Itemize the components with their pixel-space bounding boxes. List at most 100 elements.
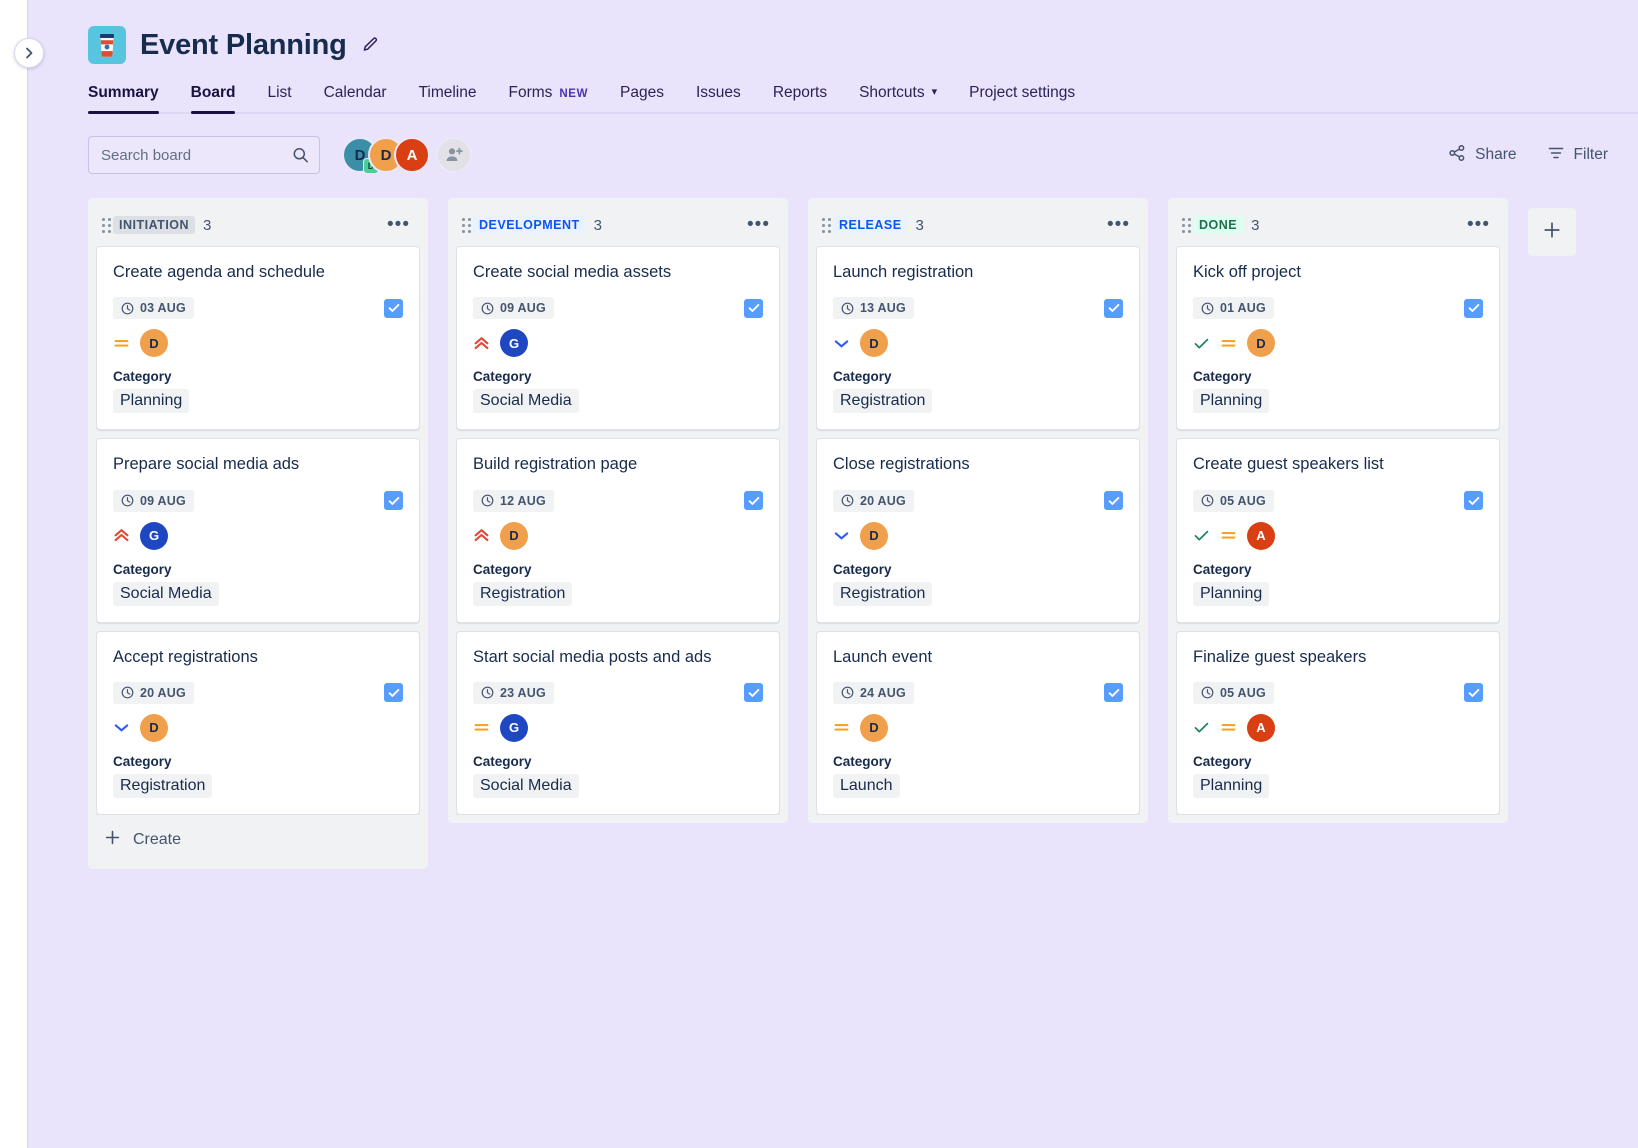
drag-grip-icon[interactable] bbox=[822, 218, 825, 233]
card-done-checkbox[interactable] bbox=[1464, 299, 1483, 318]
tab-board[interactable]: Board bbox=[175, 78, 252, 114]
priority-icon[interactable] bbox=[113, 719, 130, 736]
board-card[interactable]: Launch registration13 AUGDCategoryRegist… bbox=[816, 246, 1140, 430]
board-column: DEVELOPMENT3•••Create social media asset… bbox=[448, 198, 788, 823]
tab-shortcuts[interactable]: Shortcuts▾ bbox=[843, 78, 953, 114]
assignee-avatar[interactable]: D bbox=[140, 329, 168, 357]
board-card[interactable]: Close registrations20 AUGDCategoryRegist… bbox=[816, 438, 1140, 622]
assignee-avatar[interactable]: D bbox=[860, 714, 888, 742]
board-card[interactable]: Accept registrations20 AUGDCategoryRegis… bbox=[96, 631, 420, 815]
priority-icon[interactable] bbox=[113, 527, 130, 544]
clock-icon bbox=[121, 302, 134, 315]
board-card[interactable]: Launch event24 AUGDCategoryLaunch bbox=[816, 631, 1140, 815]
priority-icon[interactable] bbox=[1220, 719, 1237, 736]
search-board-field bbox=[88, 136, 320, 174]
checked-checkbox-icon bbox=[388, 302, 400, 314]
card-done-checkbox[interactable] bbox=[1104, 683, 1123, 702]
tab-pages[interactable]: Pages bbox=[604, 78, 680, 114]
tab-summary[interactable]: Summary bbox=[88, 78, 175, 114]
column-cards: Launch registration13 AUGDCategoryRegist… bbox=[816, 246, 1140, 815]
board-card[interactable]: Kick off project01 AUGDCategoryPlanning bbox=[1176, 246, 1500, 430]
card-done-checkbox[interactable] bbox=[1464, 683, 1483, 702]
category-label: Category bbox=[833, 369, 1123, 384]
card-title: Launch registration bbox=[833, 261, 1123, 283]
share-button[interactable]: Share bbox=[1448, 144, 1516, 167]
drag-grip-icon[interactable] bbox=[102, 218, 105, 233]
avatar[interactable]: A bbox=[394, 137, 430, 173]
clock-icon bbox=[481, 686, 494, 699]
add-column-button[interactable] bbox=[1528, 208, 1576, 256]
tab-forms[interactable]: FormsNEW bbox=[492, 78, 604, 114]
card-title: Build registration page bbox=[473, 453, 763, 475]
card-done-checkbox[interactable] bbox=[744, 683, 763, 702]
category-value: Planning bbox=[113, 389, 189, 413]
priority-medium-icon bbox=[113, 335, 130, 352]
drag-grip-icon[interactable] bbox=[1182, 218, 1185, 233]
board-card[interactable]: Finalize guest speakers05 AUGACategoryPl… bbox=[1176, 631, 1500, 815]
column-name: INITIATION bbox=[113, 216, 195, 234]
board-card[interactable]: Create agenda and schedule03 AUGDCategor… bbox=[96, 246, 420, 430]
card-done-checkbox[interactable] bbox=[1464, 491, 1483, 510]
add-person-icon[interactable] bbox=[436, 137, 472, 173]
assignee-avatar[interactable]: A bbox=[1247, 714, 1275, 742]
category-value: Registration bbox=[833, 582, 932, 606]
create-card-button[interactable]: Create bbox=[96, 815, 420, 861]
card-done-checkbox[interactable] bbox=[384, 299, 403, 318]
more-options-icon[interactable]: ••• bbox=[743, 220, 774, 230]
chevron-right-icon bbox=[21, 45, 37, 61]
tab-list[interactable]: List bbox=[251, 78, 307, 114]
tab-issues[interactable]: Issues bbox=[680, 78, 757, 114]
assignee-avatar[interactable]: D bbox=[860, 329, 888, 357]
more-options-icon[interactable]: ••• bbox=[1103, 220, 1134, 230]
card-done-checkbox[interactable] bbox=[744, 491, 763, 510]
priority-icon[interactable] bbox=[1220, 527, 1237, 544]
card-done-checkbox[interactable] bbox=[744, 299, 763, 318]
assignee-avatar[interactable]: A bbox=[1247, 522, 1275, 550]
card-done-checkbox[interactable] bbox=[384, 491, 403, 510]
search-input[interactable] bbox=[88, 136, 320, 174]
assignee-avatar[interactable]: G bbox=[500, 329, 528, 357]
priority-icon[interactable] bbox=[833, 719, 850, 736]
card-done-checkbox[interactable] bbox=[384, 683, 403, 702]
tab-timeline[interactable]: Timeline bbox=[402, 78, 492, 114]
assignee-avatar[interactable]: G bbox=[500, 714, 528, 742]
priority-icon[interactable] bbox=[113, 335, 130, 352]
assignee-avatar[interactable]: G bbox=[140, 522, 168, 550]
board-card[interactable]: Create social media assets09 AUGGCategor… bbox=[456, 246, 780, 430]
due-date-text: 05 AUG bbox=[1220, 494, 1266, 508]
tab-calendar[interactable]: Calendar bbox=[308, 78, 403, 114]
due-date-badge: 03 AUG bbox=[113, 297, 194, 319]
priority-icon[interactable] bbox=[833, 335, 850, 352]
board-card[interactable]: Prepare social media ads09 AUGGCategoryS… bbox=[96, 438, 420, 622]
assignee-avatar[interactable]: D bbox=[500, 522, 528, 550]
more-options-icon[interactable]: ••• bbox=[1463, 220, 1494, 230]
more-options-icon[interactable]: ••• bbox=[383, 220, 414, 230]
board-card[interactable]: Build registration page12 AUGDCategoryRe… bbox=[456, 438, 780, 622]
category-label: Category bbox=[1193, 754, 1483, 769]
due-date-badge: 09 AUG bbox=[113, 490, 194, 512]
card-done-checkbox[interactable] bbox=[1104, 299, 1123, 318]
drag-grip-icon[interactable] bbox=[462, 218, 465, 233]
due-date-text: 09 AUG bbox=[140, 494, 186, 508]
assignee-avatar[interactable]: D bbox=[140, 714, 168, 742]
board-card[interactable]: Start social media posts and ads23 AUGGC… bbox=[456, 631, 780, 815]
priority-icon[interactable] bbox=[1220, 335, 1237, 352]
assignee-avatar[interactable]: D bbox=[1247, 329, 1275, 357]
pencil-edit-icon[interactable] bbox=[361, 36, 379, 54]
tab-reports[interactable]: Reports bbox=[757, 78, 843, 114]
green-check-icon bbox=[1193, 719, 1210, 736]
priority-icon[interactable] bbox=[473, 527, 490, 544]
category-label: Category bbox=[473, 562, 763, 577]
card-meta-row: G bbox=[113, 522, 403, 550]
due-date-text: 03 AUG bbox=[140, 301, 186, 315]
card-done-checkbox[interactable] bbox=[1104, 491, 1123, 510]
due-date-text: 20 AUG bbox=[140, 686, 186, 700]
board-card[interactable]: Create guest speakers list05 AUGACategor… bbox=[1176, 438, 1500, 622]
filter-button[interactable]: Filter bbox=[1547, 144, 1608, 167]
priority-icon[interactable] bbox=[473, 719, 490, 736]
priority-icon[interactable] bbox=[473, 335, 490, 352]
tab-project-settings[interactable]: Project settings bbox=[953, 78, 1091, 114]
priority-icon[interactable] bbox=[833, 527, 850, 544]
expand-sidebar-button[interactable] bbox=[14, 38, 44, 68]
assignee-avatar[interactable]: D bbox=[860, 522, 888, 550]
